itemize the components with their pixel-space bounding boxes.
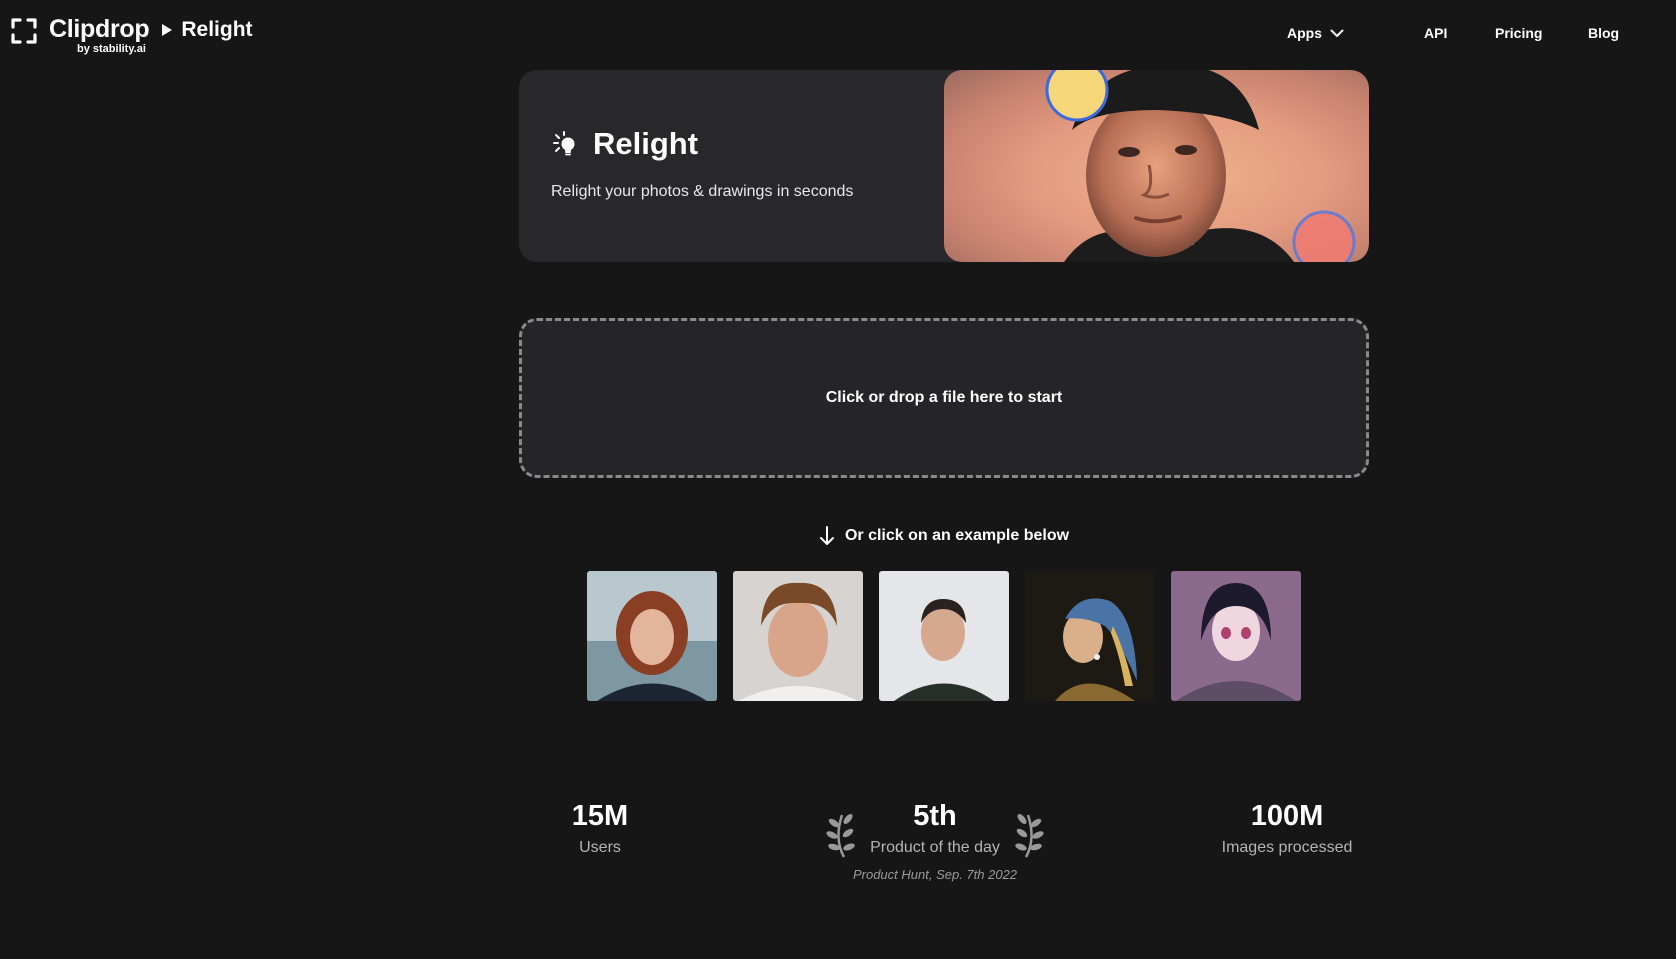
hero-title: Relight [593,126,699,161]
laurel-left-icon [826,814,855,858]
relight-bulb-icon [553,131,575,156]
stat-users: 15M Users [540,799,660,857]
breadcrumb-current-page[interactable]: Relight [181,14,252,46]
stat-potd-note: Product Hunt, Sep. 7th 2022 [852,867,1018,882]
laurel-right-icon [1015,814,1044,858]
stat-images-label: Images processed [1221,839,1353,856]
breadcrumb-arrow-icon [162,24,173,36]
brand-name: Clipdrop [49,15,150,43]
nav-blog-link[interactable]: Blog [1588,22,1619,44]
hero-subtitle: Relight your photos & drawings in second… [551,183,854,200]
hero-portrait-image [944,70,1369,262]
chevron-down-icon [1330,29,1344,37]
example-anime-girl[interactable] [1171,571,1301,701]
example-man-curly-hair[interactable] [733,571,863,701]
nav-apps-dropdown[interactable]: Apps [1287,22,1344,44]
brand-byline: by stability.ai [77,43,146,55]
arrow-down-icon [819,526,834,545]
stat-product-of-day: 5th Product of the day Product Hunt, Sep… [808,799,1062,882]
examples-hint: Or click on an example below [0,526,1676,546]
nav-apps-label: Apps [1287,25,1322,41]
clipdrop-logo-icon [11,18,37,44]
top-navigation: Clipdrop by stability.ai Relight Apps AP… [0,0,1676,66]
nav-api-link[interactable]: API [1424,22,1447,44]
stat-users-value: 15M [571,800,629,832]
stat-users-label: Users [579,839,621,856]
stat-images-value: 100M [1250,800,1324,832]
example-woman-red-hair[interactable] [587,571,717,701]
examples-hint-label: Or click on an example below [844,527,1070,544]
file-dropzone[interactable]: Click or drop a file here to start [519,318,1369,478]
hero-card: Relight Relight your photos & drawings i… [519,70,1369,262]
hero-title-row: Relight [551,126,698,162]
example-man-dark-shirt[interactable] [879,571,1009,701]
example-thumbnails [587,571,1317,701]
dropzone-label: Click or drop a file here to start [825,389,1063,406]
example-girl-pearl-earring[interactable] [1025,571,1155,701]
nav-pricing-link[interactable]: Pricing [1495,22,1542,44]
brand[interactable]: Clipdrop by stability.ai Relight [10,14,253,55]
stat-images: 100M Images processed [1187,799,1387,857]
